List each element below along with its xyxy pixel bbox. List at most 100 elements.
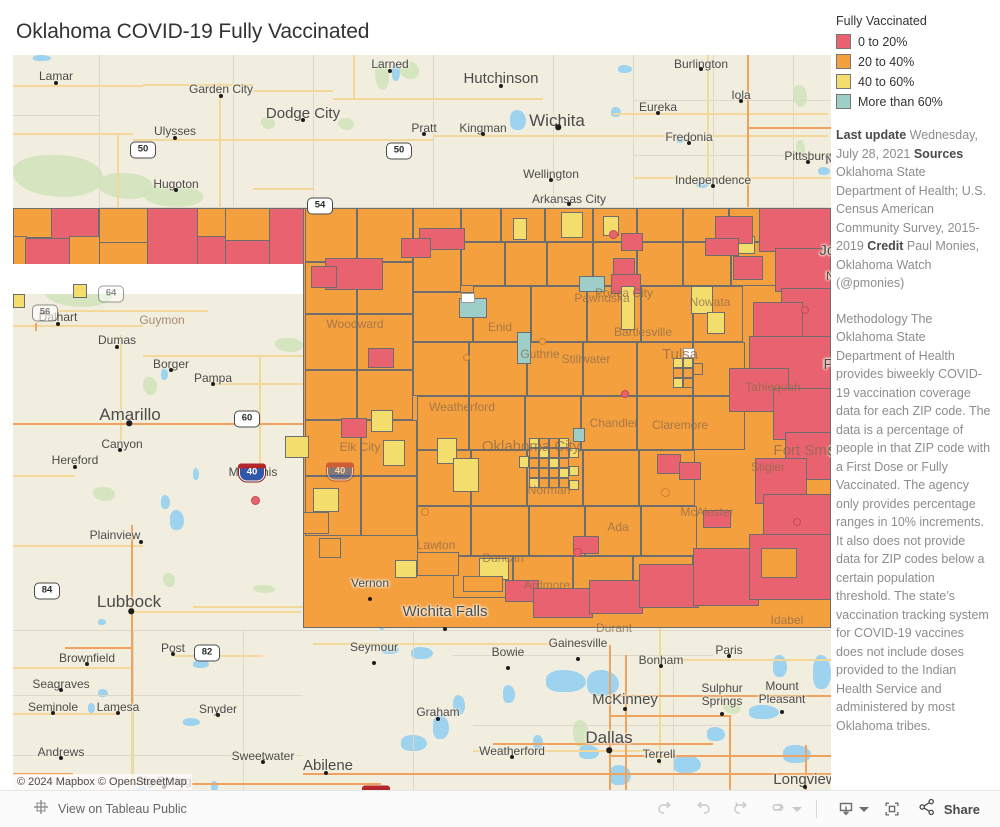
zip-area[interactable] <box>461 242 505 286</box>
zip-area[interactable] <box>679 462 701 480</box>
revert-icon[interactable] <box>722 794 760 824</box>
map-canvas[interactable]: Lamar Garden City Dodge City Larned Hutchins… <box>13 55 831 790</box>
refresh-dropdown-caret-icon[interactable] <box>791 806 802 812</box>
zip-area[interactable] <box>569 448 579 458</box>
zip-area[interactable] <box>269 208 307 268</box>
zip-area[interactable] <box>401 238 431 258</box>
legend-item-0[interactable]: 0 to 20% <box>836 34 992 49</box>
zip-area[interactable] <box>471 506 529 556</box>
zip-area[interactable] <box>131 264 307 294</box>
zip-area[interactable] <box>761 548 797 578</box>
zip-area[interactable] <box>539 438 549 448</box>
city-point-marker[interactable] <box>793 518 801 526</box>
zip-area[interactable] <box>319 538 341 558</box>
zip-area[interactable] <box>517 332 531 364</box>
zip-area[interactable] <box>505 242 547 286</box>
city-point-marker[interactable] <box>463 354 470 361</box>
legend-item-1[interactable]: 20 to 40% <box>836 54 992 69</box>
zip-area[interactable] <box>559 448 569 458</box>
zip-area[interactable] <box>461 293 475 303</box>
zip-area[interactable] <box>513 218 527 240</box>
zip-area[interactable] <box>285 436 309 458</box>
zip-area[interactable] <box>733 256 763 280</box>
zip-area[interactable] <box>559 438 569 448</box>
zip-area[interactable] <box>305 314 357 370</box>
zip-area[interactable] <box>589 580 643 614</box>
zip-area[interactable] <box>641 286 693 342</box>
zip-area[interactable] <box>775 248 831 292</box>
zip-area[interactable] <box>559 478 569 488</box>
zip-area[interactable] <box>311 266 337 288</box>
zip-area[interactable] <box>461 208 501 242</box>
zip-area[interactable] <box>569 480 579 490</box>
city-point-marker[interactable] <box>573 548 582 557</box>
zip-area[interactable] <box>529 478 539 488</box>
choropleth-layer[interactable] <box>13 208 831 628</box>
zip-area[interactable] <box>69 236 103 266</box>
zip-area[interactable] <box>25 238 71 266</box>
zip-area[interactable] <box>13 294 25 308</box>
zip-area[interactable] <box>539 448 549 458</box>
zip-area[interactable] <box>371 410 393 432</box>
zip-area[interactable] <box>225 208 271 242</box>
zip-area[interactable] <box>581 396 637 450</box>
zip-area[interactable] <box>147 208 199 268</box>
zip-area[interactable] <box>413 342 469 396</box>
zip-area[interactable] <box>527 342 583 396</box>
zip-area[interactable] <box>657 454 681 474</box>
zip-area[interactable] <box>463 576 503 592</box>
zip-area[interactable] <box>637 242 683 286</box>
zip-area[interactable] <box>341 418 367 438</box>
view-on-tableau-public-button[interactable]: View on Tableau Public <box>33 799 187 820</box>
share-button[interactable]: Share <box>917 797 980 822</box>
zip-area[interactable] <box>197 208 227 238</box>
zip-area[interactable] <box>361 476 417 536</box>
zip-area[interactable] <box>549 438 559 448</box>
zip-area[interactable] <box>539 478 549 488</box>
zip-area[interactable] <box>529 458 539 468</box>
zip-area[interactable] <box>533 588 593 618</box>
city-point-marker[interactable] <box>421 508 429 516</box>
zip-area[interactable] <box>417 552 459 576</box>
zip-area[interactable] <box>559 458 569 468</box>
zip-area[interactable] <box>531 286 587 342</box>
zip-area[interactable] <box>707 312 725 334</box>
zip-area[interactable] <box>703 510 731 528</box>
city-point-marker[interactable] <box>801 306 809 314</box>
zip-area[interactable] <box>639 564 699 608</box>
zip-area[interactable] <box>693 363 703 375</box>
zip-area[interactable] <box>529 468 539 478</box>
city-point-marker[interactable] <box>251 496 260 505</box>
zip-area[interactable] <box>683 368 693 378</box>
zip-area[interactable] <box>549 468 559 478</box>
zip-area[interactable] <box>368 348 394 368</box>
zip-area[interactable] <box>691 286 713 314</box>
redo-icon[interactable] <box>684 794 722 824</box>
zip-area[interactable] <box>539 458 549 468</box>
legend-item-3[interactable]: More than 60% <box>836 94 992 109</box>
zip-area[interactable] <box>569 466 579 476</box>
fullscreen-icon[interactable] <box>873 794 911 824</box>
zip-area[interactable] <box>579 276 605 292</box>
zip-area[interactable] <box>73 284 87 298</box>
zip-area[interactable] <box>637 208 683 242</box>
zip-area[interactable] <box>383 440 405 466</box>
zip-area[interactable] <box>305 370 357 420</box>
zip-area[interactable] <box>641 506 697 556</box>
zip-area[interactable] <box>759 208 831 252</box>
download-dropdown-caret-icon[interactable] <box>858 806 869 812</box>
zip-area[interactable] <box>453 458 479 492</box>
zip-area[interactable] <box>673 378 683 388</box>
city-point-marker[interactable] <box>539 338 546 345</box>
zip-area[interactable] <box>313 488 339 512</box>
zip-area[interactable] <box>539 468 549 478</box>
zip-area[interactable] <box>621 286 635 330</box>
zip-area[interactable] <box>519 456 529 468</box>
zip-area[interactable] <box>395 560 417 578</box>
zip-area[interactable] <box>549 478 559 488</box>
undo-icon[interactable] <box>646 794 684 824</box>
zip-area[interactable] <box>549 448 559 458</box>
zip-area[interactable] <box>561 212 583 238</box>
zip-area[interactable] <box>621 233 643 251</box>
zip-area[interactable] <box>683 378 693 388</box>
